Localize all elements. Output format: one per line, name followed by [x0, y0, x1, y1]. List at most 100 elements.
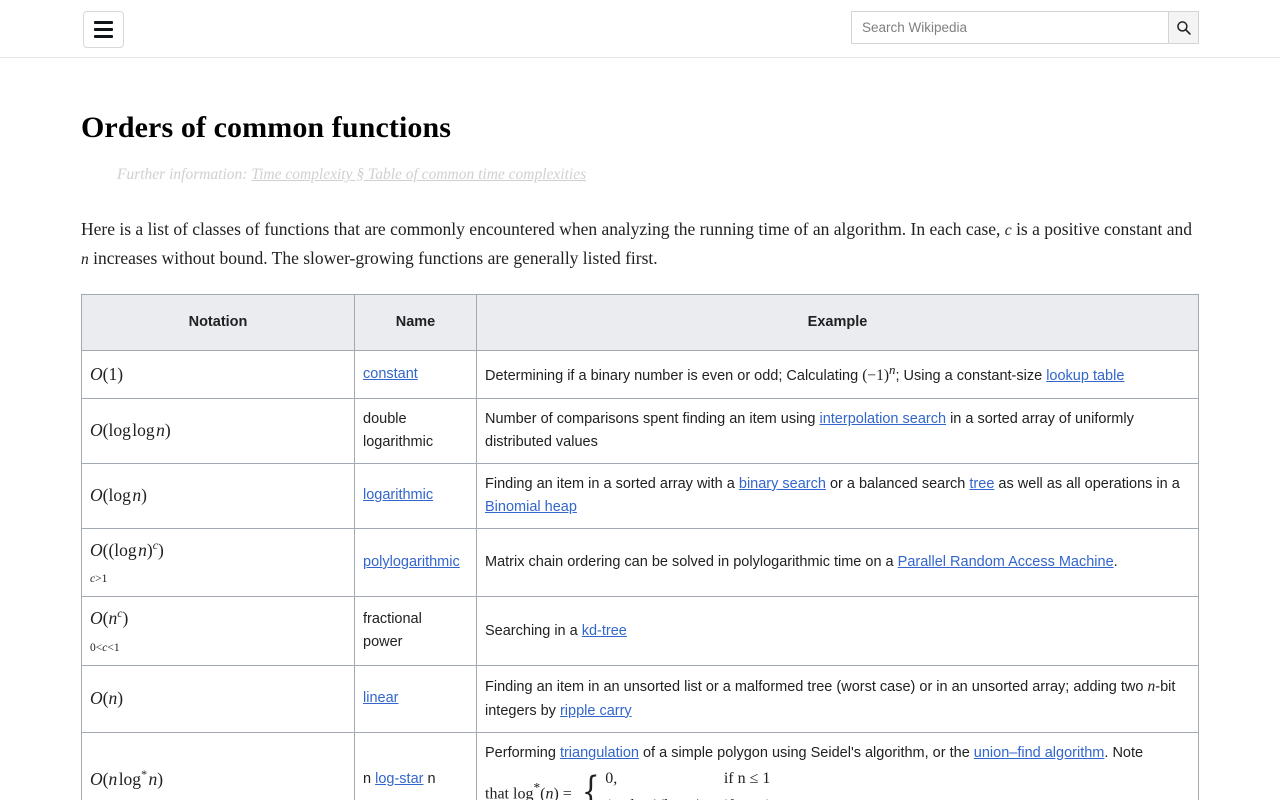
- notation-cell: O(n log* n): [81, 731, 355, 800]
- name-cell: polylogarithmic: [354, 527, 477, 598]
- piecewise-lead: that log*(n) =: [485, 777, 572, 800]
- name-cell: n log-star n: [354, 731, 477, 800]
- link-logarithmic[interactable]: logarithmic: [363, 487, 433, 503]
- link-log-star[interactable]: log-star: [375, 771, 423, 787]
- example-text: of a simple polygon using Seidel's algor…: [638, 744, 974, 761]
- column-header-example: Example: [476, 294, 1199, 352]
- hamburger-icon-bar: [94, 35, 113, 38]
- name-cell: double logarithmic: [354, 397, 477, 464]
- hatnote-link[interactable]: Time complexity § Table of common time c…: [251, 166, 586, 183]
- link-kd-tree[interactable]: kd-tree: [582, 623, 627, 639]
- link-parallel-random-access-machine[interactable]: Parallel Random Access Machine: [898, 554, 1114, 570]
- name-cell: logarithmic: [354, 462, 477, 529]
- lead-text-part3: increases without bound. The slower-grow…: [88, 247, 658, 268]
- link-constant[interactable]: constant: [363, 366, 418, 382]
- hatnote-prefix: Further information:: [117, 166, 252, 183]
- notation-math: O((log n)c): [90, 537, 164, 560]
- notation-cell: O(log n): [81, 462, 355, 529]
- hamburger-icon-bar: [94, 28, 113, 31]
- example-text: Determining if a binary number is even o…: [485, 368, 863, 385]
- name-text-suffix: n: [427, 771, 436, 788]
- name-text: double: [363, 410, 407, 427]
- example-text: .: [1113, 553, 1118, 570]
- link-union-find-algorithm[interactable]: union–find algorithm: [974, 745, 1105, 761]
- search-input[interactable]: [851, 11, 1168, 44]
- table-row: O(log log n) double logarithmic Number o…: [81, 397, 1199, 464]
- main-menu-button[interactable]: [83, 11, 124, 48]
- piecewise-case-condition: if n ≤ 1: [723, 770, 771, 788]
- link-binary-search[interactable]: binary search: [739, 476, 826, 492]
- example-text: or a balanced search: [825, 475, 970, 492]
- example-text: as well as all operations in a: [994, 475, 1180, 492]
- notation-cell: O(n): [81, 665, 355, 733]
- piecewise-case-value: 0,: [605, 770, 618, 788]
- example-math-minus-one-pow-n: (−1)n: [862, 362, 896, 385]
- lead-text-part2: is a positive constant and: [1011, 219, 1193, 239]
- example-cell: Number of comparisons spent finding an i…: [476, 397, 1199, 464]
- piecewise-case-condition: if n > 1: [724, 793, 771, 800]
- example-text: Performing: [485, 744, 560, 761]
- notation-cell: O(1): [81, 350, 355, 399]
- table-row: O(n) linear Finding an item in an unsort…: [81, 665, 1199, 733]
- table-row: O(1) constant Determining if a binary nu…: [81, 350, 1199, 399]
- example-text: Searching in a: [485, 622, 582, 639]
- notation-math: O(log log n): [90, 420, 171, 440]
- notation-math: O(log n): [90, 484, 147, 505]
- hatnote: Further information: Time complexity § T…: [117, 166, 1199, 184]
- example-cell: Determining if a binary number is even o…: [476, 350, 1199, 399]
- lead-text-part1: Here is a list of classes of functions t…: [81, 219, 1005, 239]
- name-text-prefix: n: [363, 771, 372, 788]
- notation-constraint: 0<c<1: [90, 641, 120, 654]
- link-linear[interactable]: linear: [363, 690, 398, 706]
- table-row: O(n log* n) n log-star n Performing tria…: [81, 731, 1199, 800]
- name-text: fractional: [363, 611, 422, 628]
- example-cell: Performing triangulation of a simple pol…: [476, 731, 1199, 800]
- search-button[interactable]: [1168, 11, 1199, 44]
- example-cell: Searching in a kd-tree: [476, 596, 1199, 667]
- table-row: O(log n) logarithmic Finding an item in …: [81, 462, 1199, 529]
- example-cell: Finding an item in an unsorted list or a…: [476, 665, 1199, 733]
- lead-var-c: c: [1004, 222, 1012, 239]
- name-text: power: [363, 634, 403, 651]
- piecewise-case-value: 1 + log*(log n),: [605, 793, 706, 800]
- example-cell: Matrix chain ordering can be solved in p…: [476, 527, 1199, 598]
- lead-paragraph: Here is a list of classes of functions t…: [81, 215, 1199, 272]
- notation-cell: O(log log n): [81, 397, 355, 464]
- link-triangulation[interactable]: triangulation: [560, 745, 639, 761]
- common-functions-table: Notation Name Example O(1) constant Dete…: [81, 294, 1199, 800]
- link-tree[interactable]: tree: [969, 476, 994, 492]
- notation-math: O(nc): [90, 606, 129, 629]
- example-text: Finding an item in an unsorted list or a…: [485, 679, 1148, 696]
- notation-math: O(n): [90, 688, 124, 709]
- link-interpolation-search[interactable]: interpolation search: [819, 411, 946, 427]
- notation-math: O(1): [90, 363, 124, 384]
- example-text: Finding an item in a sorted array with a: [485, 475, 739, 492]
- name-cell: fractional power: [354, 596, 477, 667]
- link-lookup-table[interactable]: lookup table: [1046, 368, 1124, 384]
- example-text: Matrix chain ordering can be solved in p…: [485, 553, 898, 570]
- column-header-notation: Notation: [81, 294, 355, 352]
- piecewise-lead-text: that log: [485, 785, 534, 800]
- link-ripple-carry[interactable]: ripple carry: [560, 703, 632, 719]
- name-cell: linear: [354, 665, 477, 733]
- notation-cell: O((log n)c) c>1: [81, 527, 355, 598]
- search-bar: [851, 11, 1199, 44]
- hamburger-icon-bar: [94, 21, 113, 24]
- page-title: Orders of common functions: [81, 111, 452, 144]
- site-header: [0, 0, 1280, 58]
- lead-var-n: n: [81, 250, 89, 268]
- search-icon: [1176, 20, 1192, 36]
- name-cell: constant: [354, 350, 477, 399]
- name-text: logarithmic: [363, 433, 434, 450]
- example-text: . Note: [1104, 744, 1144, 761]
- table-row: O(nc) 0<c<1 fractional power Searching i…: [81, 596, 1199, 667]
- column-header-name: Name: [354, 294, 477, 352]
- example-cell: Finding an item in a sorted array with a…: [476, 462, 1199, 529]
- piecewise-brace-icon: {: [581, 769, 600, 800]
- link-binomial-heap[interactable]: Binomial heap: [485, 499, 577, 515]
- table-header-row: Notation Name Example: [81, 294, 1199, 352]
- example-text: Number of comparisons spent finding an i…: [485, 410, 820, 427]
- notation-constraint: c>1: [90, 573, 108, 586]
- link-polylogarithmic[interactable]: polylogarithmic: [363, 554, 460, 570]
- table-row: O((log n)c) c>1 polylogarithmic Matrix c…: [81, 527, 1199, 598]
